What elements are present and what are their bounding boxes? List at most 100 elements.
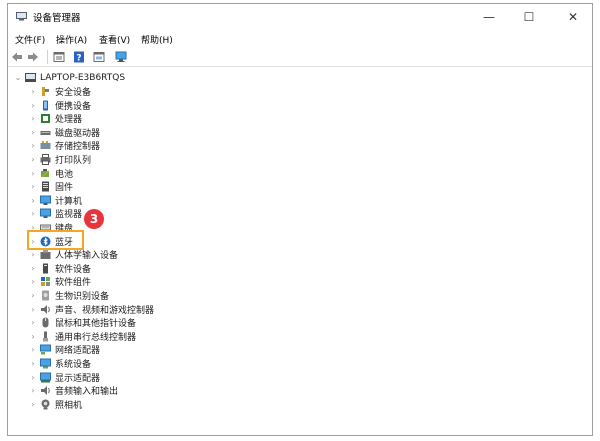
tree-item-label: 打印队列 bbox=[55, 156, 92, 166]
battery-icon bbox=[41, 168, 50, 178]
chevron-right-icon[interactable]: › bbox=[29, 196, 37, 205]
hid-icon bbox=[40, 249, 51, 260]
chevron-right-icon[interactable]: › bbox=[29, 101, 37, 110]
tree-item-label: 通用串行总线控制器 bbox=[55, 332, 137, 343]
properties-icon[interactable] bbox=[53, 51, 65, 63]
software-device-icon bbox=[43, 263, 48, 274]
tree-item-3[interactable]: › 磁盘驱动器 bbox=[29, 126, 100, 139]
menu-action[interactable]: 操作(A) bbox=[56, 33, 87, 46]
computer-icon bbox=[40, 195, 51, 205]
tree-item-18[interactable]: › 通用串行总线控制器 bbox=[29, 330, 136, 343]
tree-item-13[interactable]: › 软件设备 bbox=[29, 262, 91, 275]
chevron-right-icon[interactable]: › bbox=[29, 87, 37, 96]
biometric-icon bbox=[42, 290, 49, 301]
processor-icon bbox=[41, 114, 50, 124]
tree-item-label: 系统设备 bbox=[55, 360, 92, 370]
minimize-button[interactable]: — bbox=[470, 4, 508, 30]
tree-item-label: 人体学输入设备 bbox=[55, 251, 119, 262]
chevron-right-icon[interactable]: › bbox=[29, 386, 37, 395]
forward-arrow-icon[interactable] bbox=[27, 51, 39, 63]
monitor-icon[interactable] bbox=[115, 51, 127, 63]
usb-icon bbox=[43, 331, 48, 342]
tree-item-9[interactable]: › 监视器 bbox=[29, 207, 82, 220]
step-number: 3 bbox=[89, 212, 99, 226]
tree-item-0[interactable]: › 安全设备 bbox=[29, 85, 91, 98]
menu-help[interactable]: 帮助(H) bbox=[141, 33, 173, 46]
tree-item-label: 声音、视频和游戏控制器 bbox=[55, 305, 155, 316]
tree-root[interactable]: ⌄ LAPTOP-E3B6RTQS bbox=[14, 71, 125, 84]
chevron-right-icon[interactable]: › bbox=[29, 305, 37, 314]
mouse-icon bbox=[42, 317, 49, 328]
chevron-right-icon[interactable]: › bbox=[29, 141, 37, 150]
chevron-right-icon[interactable]: › bbox=[29, 332, 37, 341]
tree-item-4[interactable]: › 存储控制器 bbox=[29, 139, 100, 152]
chevron-right-icon[interactable]: › bbox=[29, 264, 37, 273]
chevron-right-icon[interactable]: › bbox=[29, 128, 37, 137]
maximize-icon: ☐ bbox=[523, 10, 535, 24]
tree-item-label: 鼠标和其他指针设备 bbox=[55, 319, 137, 330]
tree-item-7[interactable]: › 固件 bbox=[29, 180, 73, 193]
chevron-right-icon[interactable]: › bbox=[29, 155, 37, 164]
chevron-right-icon[interactable]: › bbox=[29, 373, 37, 382]
menu-view[interactable]: 查看(V) bbox=[99, 33, 130, 46]
tree-item-label: 电池 bbox=[55, 169, 74, 180]
chevron-right-icon[interactable]: › bbox=[29, 169, 37, 178]
device-manager-icon bbox=[16, 12, 27, 21]
tree-item-label: 处理器 bbox=[55, 115, 83, 126]
monitor-icon bbox=[40, 208, 51, 219]
tree-item-23[interactable]: › 照相机 bbox=[29, 398, 82, 411]
tree-item-20[interactable]: › 系统设备 bbox=[29, 357, 91, 370]
tree-item-label: 监视器 bbox=[55, 210, 83, 221]
chevron-down-icon[interactable]: ⌄ bbox=[14, 73, 22, 82]
chevron-right-icon[interactable]: › bbox=[29, 359, 37, 368]
tree-item-label: 安全设备 bbox=[55, 88, 92, 98]
network-adapter-icon bbox=[40, 344, 51, 355]
system-device-icon bbox=[40, 358, 51, 369]
tree-item-label: 固件 bbox=[55, 183, 74, 194]
close-icon: ✕ bbox=[567, 10, 579, 24]
tree-item-1[interactable]: › 便携设备 bbox=[29, 99, 91, 112]
tree-item-label: 生物识别设备 bbox=[55, 292, 110, 302]
tree-item-8[interactable]: › 计算机 bbox=[29, 194, 82, 207]
portable-device-icon bbox=[43, 100, 48, 111]
audio-io-icon bbox=[41, 386, 50, 396]
help-icon[interactable]: ? bbox=[73, 51, 85, 63]
tree-item-label: 照相机 bbox=[55, 400, 83, 411]
window-title: 设备管理器 bbox=[33, 13, 81, 24]
maximize-button[interactable]: ☐ bbox=[510, 4, 548, 30]
chevron-right-icon[interactable]: › bbox=[29, 400, 37, 409]
tree-item-6[interactable]: › 电池 bbox=[29, 167, 73, 180]
chevron-right-icon[interactable]: › bbox=[29, 250, 37, 259]
toolbar-separator bbox=[47, 50, 48, 64]
device-manager-window: 设备管理器 — ☐ ✕ 文件(F) 操作(A) 查看(V) 帮助(H) ? ⌄ … bbox=[7, 3, 593, 436]
chevron-right-icon[interactable]: › bbox=[29, 318, 37, 327]
bluetooth-highlight-box bbox=[27, 230, 84, 250]
tree-item-2[interactable]: › 处理器 bbox=[29, 112, 82, 125]
tree-item-17[interactable]: › 鼠标和其他指针设备 bbox=[29, 316, 136, 329]
tree-item-16[interactable]: › 声音、视频和游戏控制器 bbox=[29, 303, 154, 316]
tree-item-label: 磁盘驱动器 bbox=[55, 128, 101, 139]
tree-item-12[interactable]: › 人体学输入设备 bbox=[29, 248, 118, 261]
tree-item-19[interactable]: › 网络适配器 bbox=[29, 343, 100, 356]
tree-item-label: 音频输入和输出 bbox=[55, 387, 119, 398]
chevron-right-icon[interactable]: › bbox=[29, 291, 37, 300]
show-hidden-icon[interactable] bbox=[93, 51, 105, 63]
tree-item-15[interactable]: › 生物识别设备 bbox=[29, 289, 109, 302]
close-button[interactable]: ✕ bbox=[554, 4, 592, 30]
chevron-right-icon[interactable]: › bbox=[29, 114, 37, 123]
chevron-right-icon[interactable]: › bbox=[29, 209, 37, 218]
chevron-right-icon[interactable]: › bbox=[29, 182, 37, 191]
back-arrow-icon[interactable] bbox=[11, 51, 23, 63]
chevron-right-icon[interactable]: › bbox=[29, 277, 37, 286]
tree-item-label: 存储控制器 bbox=[55, 142, 101, 153]
chevron-right-icon[interactable]: › bbox=[29, 345, 37, 354]
tree-item-21[interactable]: › 显示适配器 bbox=[29, 371, 100, 384]
tree-root-label: LAPTOP-E3B6RTQS bbox=[40, 72, 126, 83]
minimize-icon: — bbox=[483, 10, 495, 24]
tree-item-label: 计算机 bbox=[55, 196, 83, 207]
menu-file[interactable]: 文件(F) bbox=[15, 33, 45, 46]
firmware-icon bbox=[42, 181, 49, 192]
tree-item-14[interactable]: › 软件组件 bbox=[29, 275, 91, 288]
tree-item-22[interactable]: › 音频输入和输出 bbox=[29, 384, 118, 397]
tree-item-5[interactable]: › 打印队列 bbox=[29, 153, 91, 166]
